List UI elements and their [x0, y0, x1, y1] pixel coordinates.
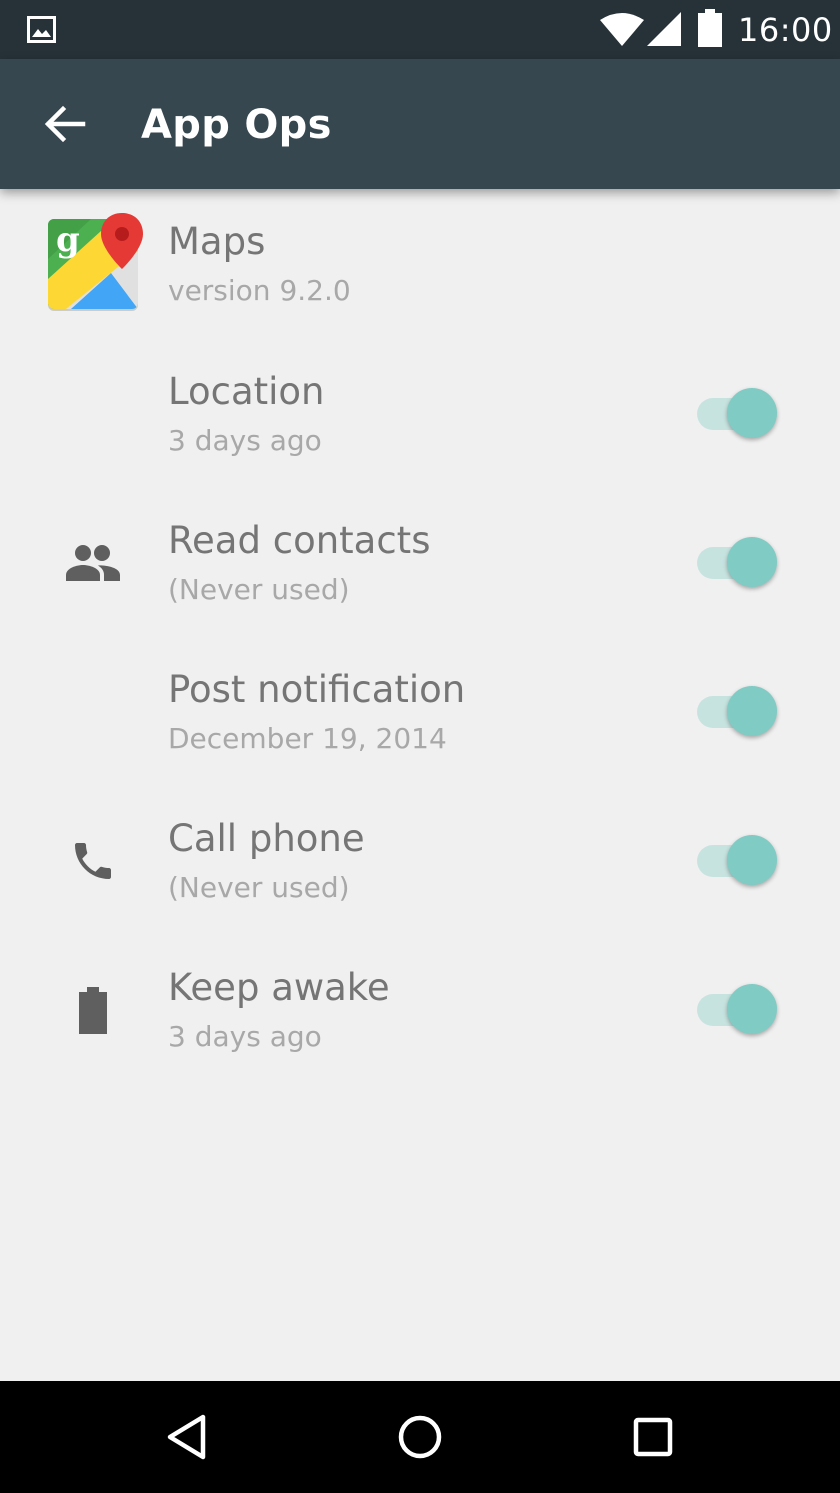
page-title: App Ops	[141, 102, 332, 148]
toggle-thumb	[727, 835, 777, 885]
op-subtitle: 3 days ago	[168, 1020, 322, 1053]
google-maps-icon: g	[48, 213, 143, 311]
op-subtitle: December 19, 2014	[168, 722, 447, 755]
call-phone-toggle[interactable]	[695, 831, 779, 891]
home-circle-icon	[398, 1415, 442, 1459]
app-name: Maps	[168, 220, 266, 263]
phone-icon	[75, 843, 111, 879]
back-button[interactable]	[30, 89, 100, 159]
arrow-back-icon	[44, 105, 86, 143]
clock: 16:00	[738, 11, 833, 49]
op-icon	[58, 826, 128, 896]
navigation-bar	[0, 1381, 840, 1493]
op-row-location[interactable]: Location 3 days ago	[0, 339, 840, 488]
toggle-thumb	[727, 537, 777, 587]
back-triangle-icon	[167, 1414, 206, 1460]
op-subtitle: (Never used)	[168, 871, 350, 904]
battery-icon	[698, 9, 722, 47]
status-bar: 16:00	[0, 0, 840, 59]
keep-awake-toggle[interactable]	[695, 980, 779, 1040]
op-title: Call phone	[168, 817, 365, 860]
app-header: g Maps version 9.2.0	[0, 189, 840, 339]
nav-back-button[interactable]	[157, 1407, 217, 1467]
people-icon	[66, 545, 120, 581]
post-notification-toggle[interactable]	[695, 682, 779, 742]
op-title: Location	[168, 370, 325, 413]
recents-square-icon	[633, 1417, 673, 1457]
image-notification-icon	[27, 16, 56, 43]
toggle-thumb	[727, 388, 777, 438]
app-version: version 9.2.0	[168, 274, 351, 307]
op-row-post-notification[interactable]: Post notification December 19, 2014	[0, 637, 840, 786]
battery-icon	[79, 987, 107, 1034]
read-contacts-toggle[interactable]	[695, 533, 779, 593]
op-icon	[58, 528, 128, 598]
cell-signal-icon	[647, 12, 681, 46]
op-title: Keep awake	[168, 966, 390, 1009]
toggle-thumb	[727, 984, 777, 1034]
op-title: Read contacts	[168, 519, 431, 562]
app-bar: App Ops	[0, 59, 840, 189]
op-subtitle: (Never used)	[168, 573, 350, 606]
nav-home-button[interactable]	[390, 1407, 450, 1467]
op-row-call-phone[interactable]: Call phone (Never used)	[0, 786, 840, 935]
op-subtitle: 3 days ago	[168, 424, 322, 457]
nav-recents-button[interactable]	[623, 1407, 683, 1467]
op-icon	[58, 975, 128, 1045]
location-toggle[interactable]	[695, 384, 779, 444]
op-row-keep-awake[interactable]: Keep awake 3 days ago	[0, 935, 840, 1084]
wifi-icon	[600, 13, 644, 46]
toggle-thumb	[727, 686, 777, 736]
svg-text:g: g	[56, 220, 80, 260]
op-row-read-contacts[interactable]: Read contacts (Never used)	[0, 488, 840, 637]
op-title: Post notification	[168, 668, 466, 711]
